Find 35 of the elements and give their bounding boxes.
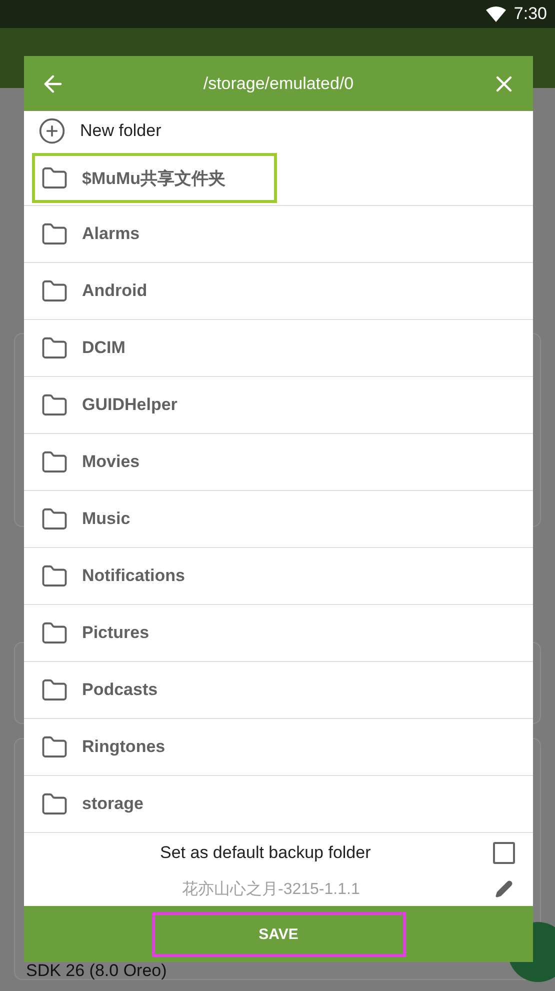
dialog-title: /storage/emulated/0	[202, 74, 355, 94]
file-name: 花亦山心之月-3215-1.1.1	[182, 880, 361, 900]
folder-item[interactable]: storage	[32, 788, 152, 820]
folder-icon	[41, 676, 68, 704]
new-folder-item[interactable]: New folder	[24, 111, 533, 151]
folder-item[interactable]: DCIM	[32, 332, 134, 364]
folder-icon	[41, 448, 68, 476]
folder-item[interactable]: $MuMu共享文件夹	[32, 153, 277, 203]
edit-button[interactable]	[495, 880, 513, 898]
folder-item[interactable]: Alarms	[32, 218, 149, 250]
folder-item[interactable]: Android	[32, 274, 156, 308]
folder-item[interactable]: Podcasts	[32, 674, 167, 706]
folder-icon	[41, 562, 68, 590]
wifi-icon	[486, 6, 506, 22]
folder-icon	[41, 278, 68, 304]
add-icon	[38, 117, 66, 145]
folder-item[interactable]: Notifications	[32, 560, 194, 592]
save-button[interactable]: SAVE	[152, 912, 406, 956]
sdk-text: SDK 26 (8.0 Oreo)	[26, 961, 167, 981]
folder-icon	[41, 734, 68, 760]
folder-icon	[41, 164, 68, 192]
folder-icon	[41, 392, 68, 418]
status-time: 7:30	[514, 4, 547, 24]
folder-item[interactable]: Ringtones	[32, 730, 174, 764]
folder-item[interactable]: Pictures	[32, 616, 158, 650]
folder-icon	[41, 220, 68, 248]
folder-icon	[41, 334, 68, 362]
folder-item[interactable]: Movies	[32, 446, 149, 478]
folder-icon	[41, 506, 68, 532]
folder-item[interactable]: Music	[32, 502, 140, 536]
default-checkbox[interactable]	[493, 842, 515, 864]
folder-item[interactable]: GUIDHelper	[32, 388, 186, 422]
default-folder-label: Set as default backup folder	[160, 842, 372, 862]
folder-icon	[41, 620, 68, 646]
folder-icon	[41, 790, 68, 818]
